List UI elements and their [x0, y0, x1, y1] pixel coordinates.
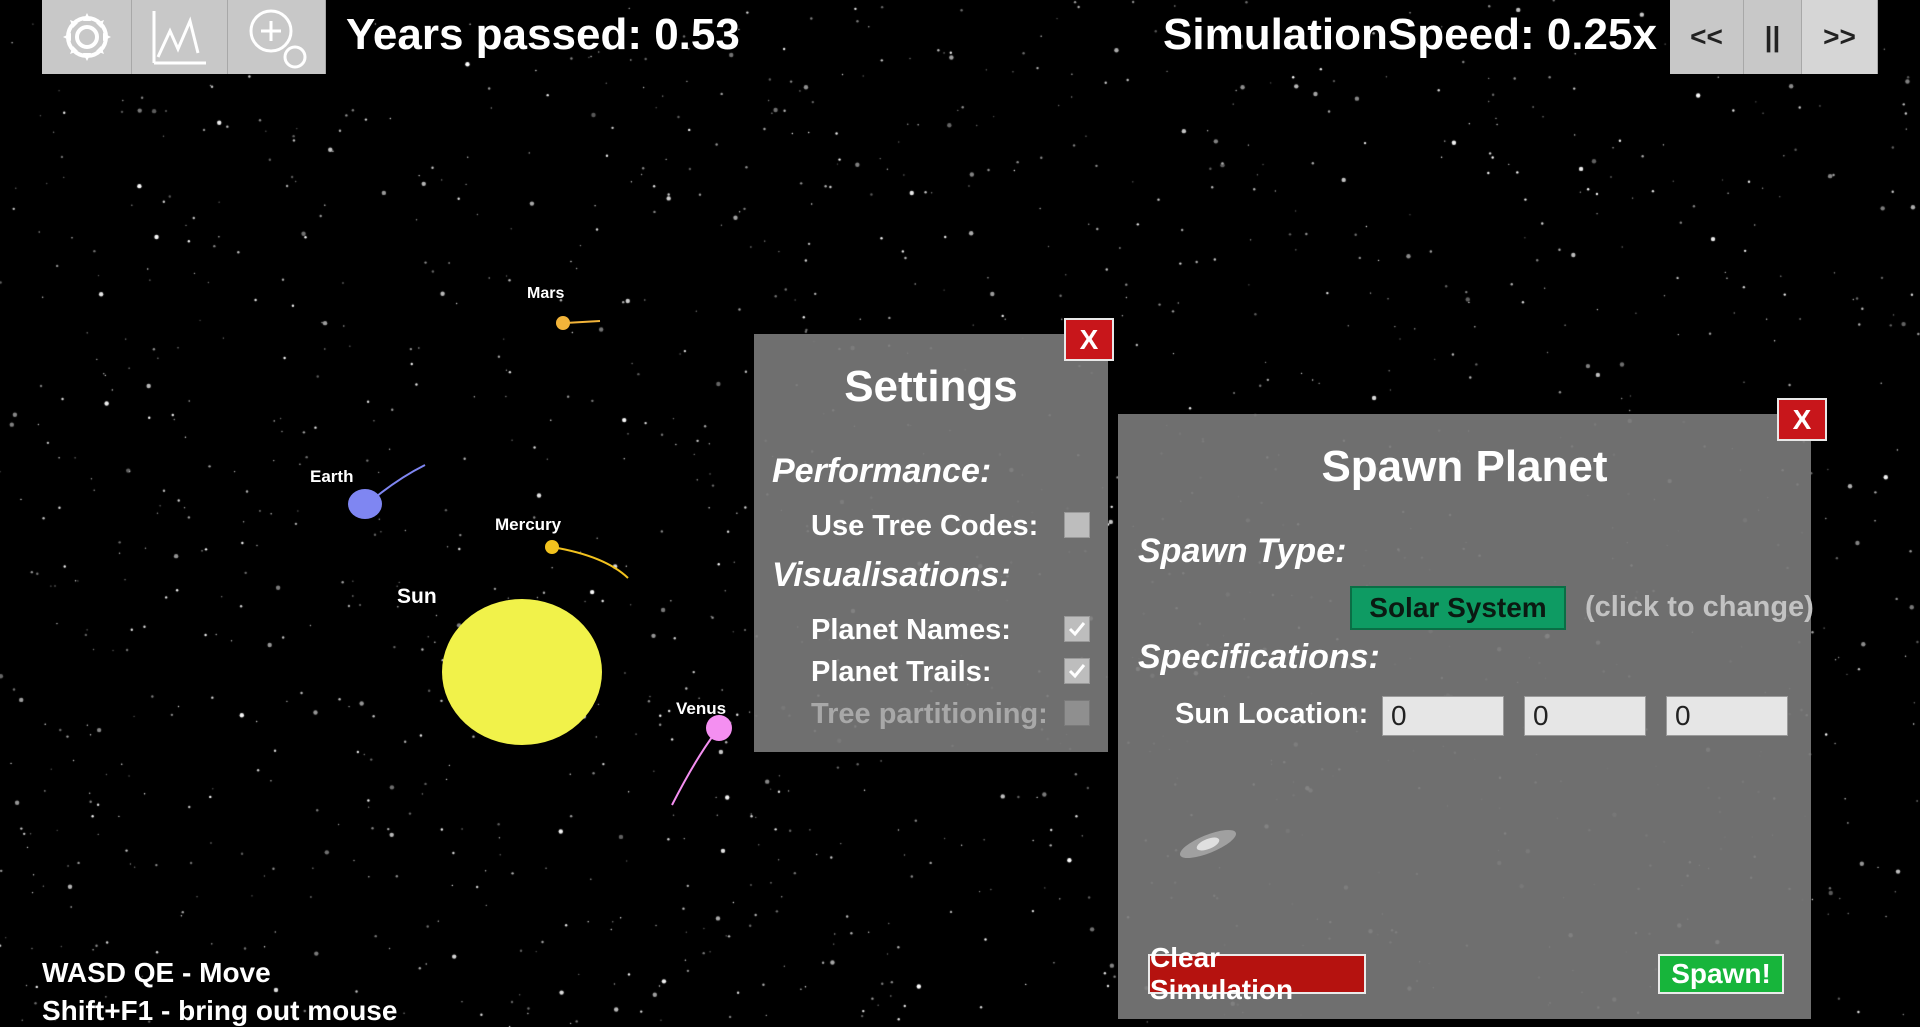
tree-partitioning-label: Tree partitioning: [811, 698, 1048, 730]
spawn-close-button[interactable]: X [1777, 398, 1827, 441]
performance-heading: Performance: [772, 452, 992, 490]
spawn-type-button[interactable]: Solar System [1350, 586, 1566, 630]
tree-partitioning-checkbox [1064, 700, 1090, 726]
spawn-type-heading: Spawn Type: [1138, 532, 1347, 570]
sun-star [442, 599, 602, 745]
specifications-heading: Specifications: [1138, 638, 1380, 676]
spawn-planet-panel: Spawn Planet Spawn Type: Solar System (c… [1118, 414, 1814, 1019]
planet-trails-label: Planet Trails: [811, 656, 992, 688]
gear-icon [62, 13, 111, 61]
spawn-button[interactable]: Spawn! [1658, 954, 1784, 994]
settings-button[interactable] [42, 0, 132, 74]
mercury-planet [545, 540, 559, 554]
sun-location-label: Sun Location: [1175, 698, 1369, 730]
move-help-text: WASD QE - Move [42, 957, 271, 988]
planet-names-label: Planet Names: [811, 614, 1011, 646]
speed-controls: << || >> [1670, 0, 1878, 74]
spawn-type-hint: (click to change) [1585, 591, 1814, 623]
top-toolbar [42, 0, 326, 74]
galaxy-image [1179, 830, 1237, 858]
planet-label-earth: Earth [310, 467, 354, 486]
graph-button[interactable] [132, 0, 228, 74]
planet-label-venus: Venus [676, 699, 727, 718]
checkmark-icon [1068, 664, 1086, 679]
slow-down-button[interactable]: << [1670, 0, 1744, 74]
zoom-in-icon [249, 9, 306, 69]
zoom-button[interactable] [228, 0, 326, 74]
sun-location-y-input[interactable] [1524, 696, 1646, 736]
mouse-help-text: Shift+F1 - bring out mouse [42, 995, 398, 1026]
planet-trails-checkbox[interactable] [1064, 658, 1090, 684]
planet-label-sun: Sun [397, 585, 437, 608]
planet-label-mars: Mars [527, 285, 565, 302]
planet-names-checkbox[interactable] [1064, 616, 1090, 642]
visualisations-heading: Visualisations: [772, 556, 1011, 594]
mercury-trail [551, 546, 629, 579]
checkmark-icon [1068, 622, 1086, 637]
mars-trail [564, 320, 601, 324]
simulation-speed-readout: SimulationSpeed: 0.25x [1163, 10, 1657, 59]
mars-planet [556, 316, 570, 330]
graph-icon [152, 11, 206, 65]
venus-trail [671, 732, 716, 806]
sun-location-x-input[interactable] [1382, 696, 1504, 736]
pause-button[interactable]: || [1744, 0, 1802, 74]
settings-title: Settings [844, 362, 1018, 411]
use-tree-codes-label: Use Tree Codes: [811, 510, 1039, 542]
spawn-planet-title: Spawn Planet [1321, 442, 1608, 491]
earth-planet [348, 489, 382, 519]
speed-up-button[interactable]: >> [1802, 0, 1878, 74]
clear-simulation-button[interactable]: Clear Simulation [1148, 942, 1366, 1005]
settings-close-button[interactable]: X [1064, 318, 1114, 361]
sun-location-z-input[interactable] [1666, 696, 1788, 736]
years-passed-readout: Years passed: 0.53 [346, 10, 740, 59]
settings-panel: Settings Performance: Use Tree Codes: Vi… [754, 334, 1108, 752]
use-tree-codes-checkbox[interactable] [1064, 512, 1090, 538]
planet-label-mercury: Mercury [495, 515, 562, 534]
